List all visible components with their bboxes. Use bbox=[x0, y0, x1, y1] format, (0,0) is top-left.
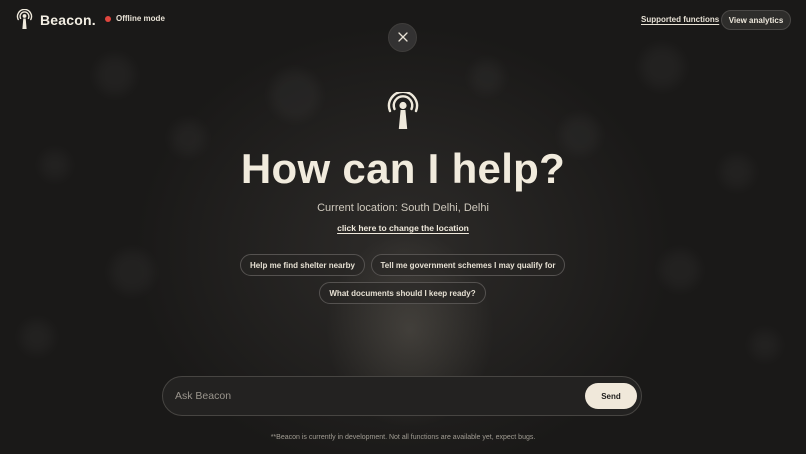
close-button[interactable] bbox=[388, 23, 417, 52]
current-location-text: Current location: South Delhi, Delhi bbox=[317, 202, 489, 214]
close-icon bbox=[397, 29, 408, 47]
change-location-link-wrapper: click here to change the location bbox=[0, 223, 806, 233]
brand-logo[interactable]: Beacon. bbox=[15, 8, 96, 30]
view-analytics-button[interactable]: View analytics bbox=[721, 10, 791, 30]
ask-input[interactable] bbox=[175, 377, 575, 415]
suggestion-chip-schemes[interactable]: Tell me government schemes I may qualify… bbox=[371, 254, 565, 276]
offline-status: Offline mode bbox=[105, 14, 165, 23]
brand-name: Beacon. bbox=[40, 11, 96, 28]
ask-bar: Send bbox=[162, 376, 642, 416]
offline-label: Offline mode bbox=[116, 14, 165, 23]
change-location-link[interactable]: click here to change the location bbox=[337, 223, 469, 233]
supported-functions-link[interactable]: Supported functions bbox=[641, 15, 719, 24]
offline-dot-icon bbox=[105, 15, 111, 22]
development-footnote: **Beacon is currently in development. No… bbox=[270, 434, 536, 441]
beacon-antenna-icon bbox=[385, 90, 421, 130]
send-button[interactable]: Send bbox=[585, 383, 637, 409]
page-title: How can I help? bbox=[240, 145, 566, 192]
suggestion-chip-documents[interactable]: What documents should I keep ready? bbox=[319, 282, 486, 304]
beacon-antenna-icon bbox=[15, 8, 34, 30]
suggestion-chip-shelter[interactable]: Help me find shelter nearby bbox=[240, 254, 365, 276]
